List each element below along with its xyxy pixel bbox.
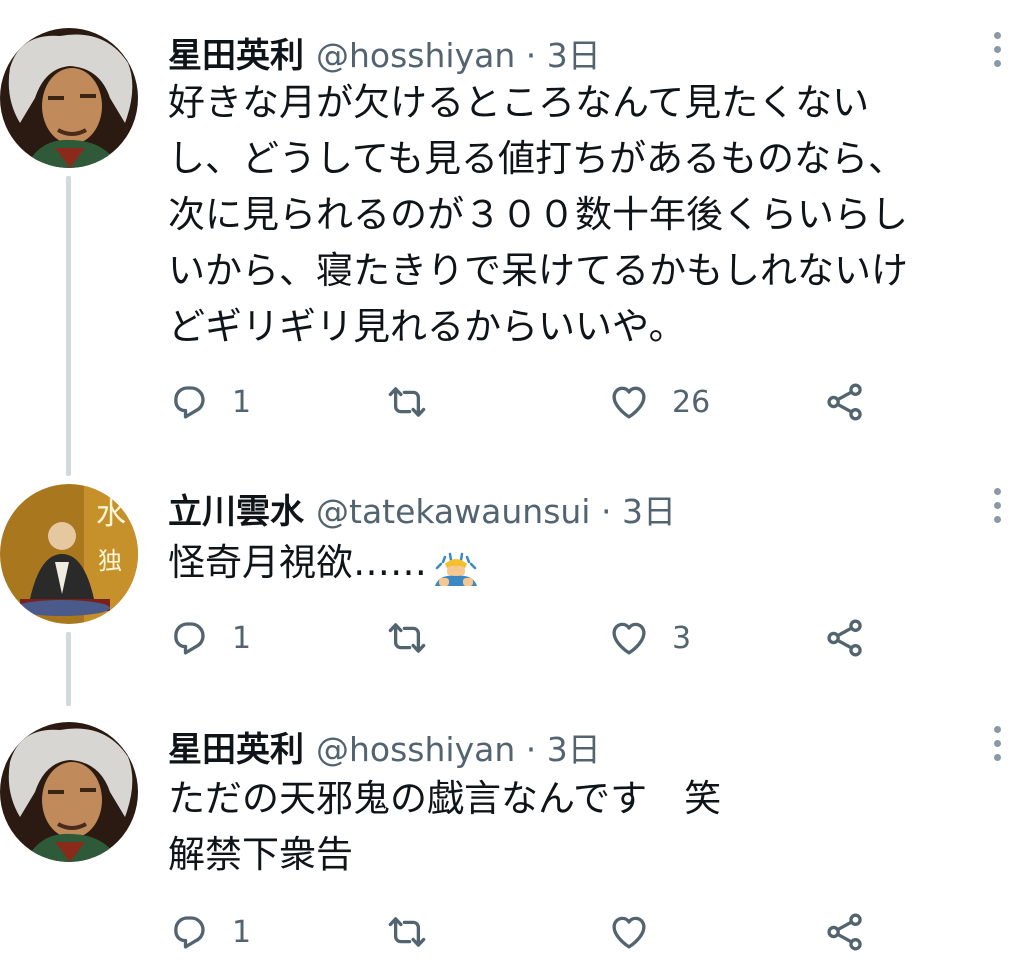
avatar[interactable]: 水 独 xyxy=(0,484,138,624)
more-options-icon[interactable] xyxy=(990,32,1004,67)
tweet-text: 怪奇月視欲…… xyxy=(168,535,1013,591)
tweet-text-line: 怪奇月視欲…… xyxy=(168,535,1013,591)
retweet-button[interactable] xyxy=(386,616,450,660)
tweet-header: 立川雲水 @tatekawaunsui · 3日 xyxy=(168,484,676,533)
tweet-text-line: どギリギリ見れるからいいや。 xyxy=(168,305,686,348)
tweet-text-line: ただの天邪鬼の戯言なんです 笑 xyxy=(168,777,722,820)
tweet-text-line: いから、寝たきりで呆けてるかもしれないけ xyxy=(168,249,908,292)
tweet-actions: 1 26 xyxy=(168,380,888,424)
retweet-button[interactable] xyxy=(386,380,450,424)
thread-line xyxy=(66,632,71,706)
reply-button[interactable]: 1 xyxy=(168,910,251,954)
svg-text:水: 水 xyxy=(96,497,126,532)
tweet-text-line: 好きな月が欠けるところなんて見たくない xyxy=(168,81,870,124)
reply-button[interactable]: 1 xyxy=(168,616,251,660)
share-icon xyxy=(824,381,866,423)
heart-icon xyxy=(608,381,650,423)
like-count: 3 xyxy=(672,620,692,656)
avatar[interactable] xyxy=(0,722,138,862)
heart-icon xyxy=(608,617,650,659)
tweet-actions: 1 3 xyxy=(168,616,888,660)
more-options-icon[interactable] xyxy=(990,488,1004,523)
man-bowing-emoji xyxy=(435,552,477,586)
tweet-text: 好きな月が欠けるところなんて見たくない し、どうしても見る値打ちがあるものなら、… xyxy=(168,75,1013,355)
display-name[interactable]: 星田英利 xyxy=(168,28,304,77)
like-button[interactable]: 26 xyxy=(608,380,710,424)
tweet-header: 星田英利 @hosshiyan · 3日 xyxy=(168,28,601,77)
share-icon xyxy=(824,617,866,659)
display-name[interactable]: 星田英利 xyxy=(168,722,304,771)
reply-icon xyxy=(168,381,210,423)
retweet-icon xyxy=(386,617,428,659)
display-name[interactable]: 立川雲水 xyxy=(168,484,304,533)
reply-count: 1 xyxy=(232,384,252,420)
share-icon xyxy=(824,911,866,953)
share-button[interactable] xyxy=(824,910,866,954)
reply-count: 1 xyxy=(232,914,252,950)
like-count: 26 xyxy=(672,384,711,420)
more-options-icon[interactable] xyxy=(990,726,1004,761)
reply-count: 1 xyxy=(232,620,252,656)
svg-text:独: 独 xyxy=(98,547,122,575)
like-button[interactable]: 3 xyxy=(608,616,691,660)
tweet-text-line: 次に見られるのが３００数十年後くらいらし xyxy=(168,193,908,236)
thread-line xyxy=(66,176,71,476)
tweet-actions: 1 xyxy=(168,910,888,954)
handle-and-time[interactable]: @tatekawaunsui · 3日 xyxy=(316,485,676,533)
reply-icon xyxy=(168,617,210,659)
like-button[interactable] xyxy=(608,910,672,954)
avatar[interactable] xyxy=(0,28,138,168)
tweet-header: 星田英利 @hosshiyan · 3日 xyxy=(168,722,601,771)
handle-and-time[interactable]: @hosshiyan · 3日 xyxy=(316,723,601,771)
tweet-text-content: 怪奇月視欲…… xyxy=(168,541,427,584)
tweet-text-line: 解禁下衆告 xyxy=(168,833,353,876)
tweet-text-line: し、どうしても見る値打ちがあるものなら、 xyxy=(168,137,906,180)
share-button[interactable] xyxy=(824,380,866,424)
share-button[interactable] xyxy=(824,616,866,660)
tweet-text: ただの天邪鬼の戯言なんです 笑 解禁下衆告 xyxy=(168,771,1013,883)
retweet-icon xyxy=(386,911,428,953)
handle-and-time[interactable]: @hosshiyan · 3日 xyxy=(316,29,601,77)
retweet-button[interactable] xyxy=(386,910,450,954)
retweet-icon xyxy=(386,381,428,423)
reply-icon xyxy=(168,911,210,953)
reply-button[interactable]: 1 xyxy=(168,380,251,424)
heart-icon xyxy=(608,911,650,953)
